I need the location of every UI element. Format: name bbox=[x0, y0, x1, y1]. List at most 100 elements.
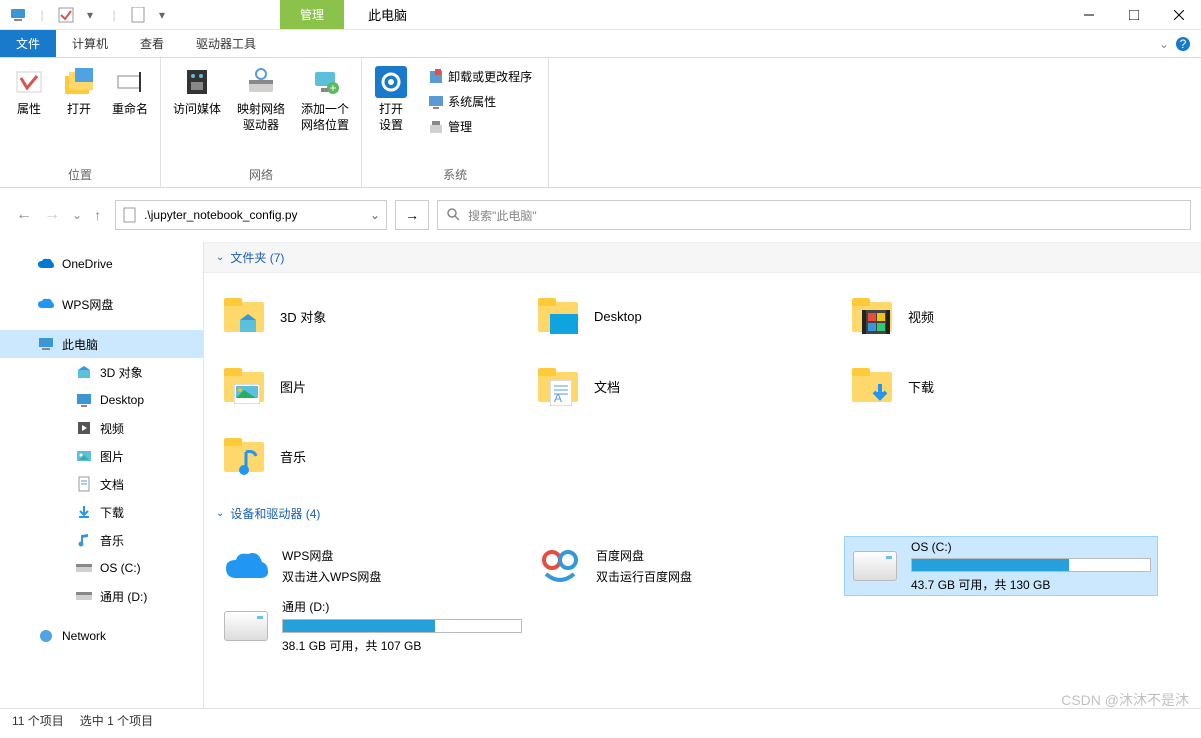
back-button[interactable]: ← bbox=[16, 206, 32, 224]
folder-item[interactable]: 视频 bbox=[844, 281, 1158, 351]
folder-item[interactable]: Desktop bbox=[530, 281, 844, 351]
tab-drive-tools[interactable]: 驱动器工具 bbox=[180, 30, 272, 57]
search-placeholder: 搜索"此电脑" bbox=[468, 207, 537, 224]
device-baidu[interactable]: 百度网盘双击运行百度网盘 bbox=[530, 536, 844, 596]
system-properties-button[interactable]: 系统属性 bbox=[422, 91, 538, 112]
navigation-pane: OneDrive WPS网盘 此电脑 3D 对象Desktop视频图片文档下载音… bbox=[0, 242, 204, 708]
maximize-button[interactable] bbox=[1111, 0, 1156, 30]
refresh-button[interactable]: → bbox=[395, 200, 429, 230]
folder-icon bbox=[220, 432, 268, 480]
sidebar-item[interactable]: OS (C:) bbox=[28, 554, 203, 582]
dropdown-icon[interactable]: ▾ bbox=[82, 7, 98, 23]
sidebar-item[interactable]: 文档 bbox=[28, 470, 203, 498]
device-drive-d[interactable]: 通用 (D:)38.1 GB 可用，共 107 GB bbox=[216, 596, 530, 656]
folder-item[interactable]: 3D 对象 bbox=[216, 281, 530, 351]
manage-button[interactable]: 管理 bbox=[422, 116, 538, 137]
properties-button[interactable]: 属性 bbox=[6, 62, 52, 122]
checkbox-checked-icon[interactable] bbox=[58, 7, 74, 23]
quick-access-toolbar: | ▾ | ▾ bbox=[0, 7, 180, 23]
folder-item[interactable]: 下载 bbox=[844, 351, 1158, 421]
up-button[interactable]: ↑ bbox=[94, 207, 101, 223]
sidebar-item-this-pc[interactable]: 此电脑 bbox=[0, 330, 203, 358]
tab-computer[interactable]: 计算机 bbox=[56, 30, 124, 57]
sidebar-item-wps[interactable]: WPS网盘 bbox=[0, 290, 203, 318]
folder-icon bbox=[848, 362, 896, 410]
open-button[interactable]: 打开 bbox=[56, 62, 102, 122]
search-input[interactable]: 搜索"此电脑" bbox=[437, 200, 1191, 230]
address-bar[interactable]: .\jupyter_notebook_config.py ⌄ bbox=[115, 200, 387, 230]
sidebar-item[interactable]: 3D 对象 bbox=[28, 358, 203, 386]
device-drive-c[interactable]: OS (C:)43.7 GB 可用，共 130 GB bbox=[844, 536, 1158, 596]
divider-icon: | bbox=[34, 7, 50, 23]
cloud-icon bbox=[222, 546, 270, 586]
item-icon bbox=[76, 476, 92, 492]
folder-item[interactable]: 音乐 bbox=[216, 421, 530, 491]
help-icon[interactable]: ? bbox=[1175, 36, 1191, 52]
close-button[interactable] bbox=[1156, 0, 1201, 30]
tab-view[interactable]: 查看 bbox=[124, 30, 180, 57]
window-title: 此电脑 bbox=[344, 5, 407, 24]
folder-icon: A bbox=[534, 362, 582, 410]
access-media-button[interactable]: 访问媒体 bbox=[167, 62, 227, 122]
svg-text:?: ? bbox=[1180, 37, 1187, 51]
sidebar-item[interactable]: Desktop bbox=[28, 386, 203, 414]
content-pane: ⌄文件夹 (7) 3D 对象Desktop视频图片A文档下载音乐 ⌄设备和驱动器… bbox=[204, 242, 1201, 708]
ribbon-help[interactable]: ⌄ ? bbox=[1159, 30, 1201, 57]
search-icon bbox=[446, 207, 460, 224]
sidebar-item[interactable]: 下载 bbox=[28, 498, 203, 526]
navigation-bar: ← → ⌄ ↑ .\jupyter_notebook_config.py ⌄ →… bbox=[0, 188, 1201, 242]
sidebar-item-onedrive[interactable]: OneDrive bbox=[0, 250, 203, 278]
recent-dropdown[interactable]: ⌄ bbox=[72, 208, 82, 222]
folder-item[interactable]: 图片 bbox=[216, 351, 530, 421]
ribbon-group-location: 属性 打开 重命名 位置 bbox=[0, 58, 161, 187]
sidebar-item[interactable]: 通用 (D:) bbox=[28, 582, 203, 610]
manage-tab[interactable]: 管理 bbox=[280, 0, 344, 29]
item-icon bbox=[76, 560, 92, 576]
item-icon bbox=[76, 532, 92, 548]
group-label: 系统 bbox=[368, 164, 542, 185]
rename-button[interactable]: 重命名 bbox=[106, 62, 154, 122]
map-drive-button[interactable]: 映射网络 驱动器 bbox=[231, 62, 291, 137]
ribbon-group-network: 访问媒体 映射网络 驱动器 + 添加一个 网络位置 网络 bbox=[161, 58, 362, 187]
drive-icon bbox=[222, 606, 270, 646]
sidebar-item[interactable]: 图片 bbox=[28, 442, 203, 470]
chevron-down-icon[interactable]: ⌄ bbox=[1159, 37, 1169, 51]
uninstall-button[interactable]: 卸载或更改程序 bbox=[422, 66, 538, 87]
cloud-icon bbox=[38, 256, 54, 272]
sidebar-item[interactable]: 视频 bbox=[28, 414, 203, 442]
chevron-down-icon: ⌄ bbox=[216, 252, 224, 263]
divider-icon: | bbox=[106, 7, 122, 23]
group-label: 位置 bbox=[6, 164, 154, 185]
item-icon bbox=[76, 504, 92, 520]
ribbon-tabs: 文件 计算机 查看 驱动器工具 ⌄ ? bbox=[0, 30, 1201, 58]
sidebar-item-network[interactable]: Network bbox=[0, 622, 203, 650]
device-wps[interactable]: WPS网盘双击进入WPS网盘 bbox=[216, 536, 530, 596]
baidu-icon bbox=[536, 546, 584, 586]
add-location-button[interactable]: + 添加一个 网络位置 bbox=[295, 62, 355, 137]
doc-icon[interactable] bbox=[130, 7, 146, 23]
chevron-down-icon[interactable]: ⌄ bbox=[370, 208, 380, 222]
cloud-icon bbox=[38, 296, 54, 312]
dropdown-icon[interactable]: ▾ bbox=[154, 7, 170, 23]
item-icon bbox=[76, 420, 92, 436]
drive-icon bbox=[851, 546, 899, 586]
folder-icon bbox=[534, 292, 582, 340]
main-area: OneDrive WPS网盘 此电脑 3D 对象Desktop视频图片文档下载音… bbox=[0, 242, 1201, 708]
folder-icon bbox=[220, 362, 268, 410]
address-path: .\jupyter_notebook_config.py bbox=[144, 208, 370, 222]
folder-item[interactable]: A文档 bbox=[530, 351, 844, 421]
open-settings-button[interactable]: 打开 设置 bbox=[368, 62, 414, 137]
sidebar-item[interactable]: 音乐 bbox=[28, 526, 203, 554]
title-bar: | ▾ | ▾ 管理 此电脑 bbox=[0, 0, 1201, 30]
item-icon bbox=[76, 588, 92, 604]
forward-button[interactable]: → bbox=[44, 206, 60, 224]
section-folders[interactable]: ⌄文件夹 (7) bbox=[204, 242, 1201, 273]
ribbon: 属性 打开 重命名 位置 访问媒体 映射网络 驱动器 + bbox=[0, 58, 1201, 188]
svg-text:A: A bbox=[554, 391, 562, 405]
chevron-down-icon: ⌄ bbox=[216, 508, 224, 519]
section-devices[interactable]: ⌄设备和驱动器 (4) bbox=[204, 499, 1201, 528]
minimize-button[interactable] bbox=[1066, 0, 1111, 30]
item-icon bbox=[76, 392, 92, 408]
tab-file[interactable]: 文件 bbox=[0, 30, 56, 57]
file-icon bbox=[122, 207, 138, 223]
